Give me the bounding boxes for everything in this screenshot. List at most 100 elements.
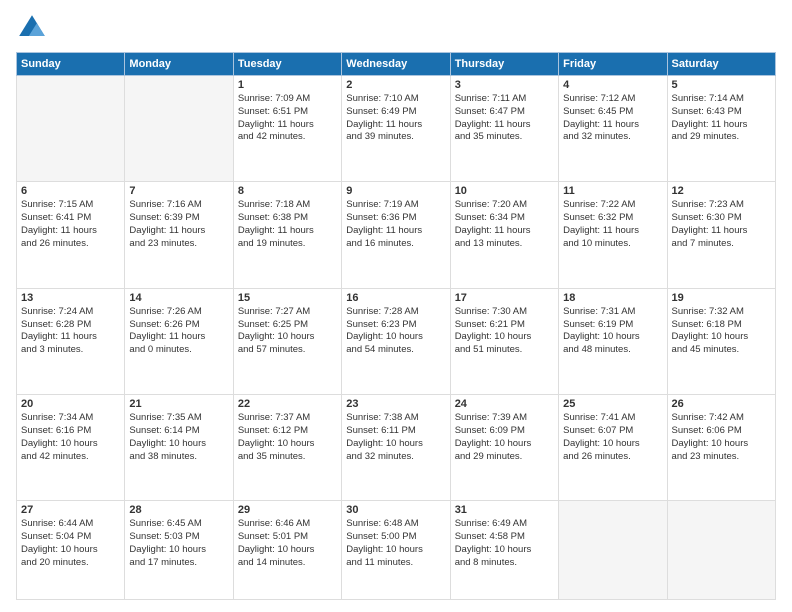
cell-line: Sunset: 6:18 PM bbox=[672, 319, 771, 332]
cell-line: Sunset: 6:12 PM bbox=[238, 425, 337, 438]
cell-line: and 29 minutes. bbox=[455, 451, 554, 464]
day-number: 13 bbox=[21, 292, 120, 304]
cell-line: and 11 minutes. bbox=[346, 557, 445, 570]
cell-line: and 7 minutes. bbox=[672, 238, 771, 251]
cell-line: Sunset: 6:14 PM bbox=[129, 425, 228, 438]
calendar-cell: 14Sunrise: 7:26 AMSunset: 6:26 PMDayligh… bbox=[125, 288, 233, 394]
page: SundayMondayTuesdayWednesdayThursdayFrid… bbox=[0, 0, 792, 612]
cell-line: Sunset: 6:19 PM bbox=[563, 319, 662, 332]
day-number: 6 bbox=[21, 185, 120, 197]
cell-line: Daylight: 11 hours bbox=[129, 331, 228, 344]
cell-line: Sunrise: 7:10 AM bbox=[346, 93, 445, 106]
cell-line: and 39 minutes. bbox=[346, 131, 445, 144]
day-number: 10 bbox=[455, 185, 554, 197]
calendar-cell: 27Sunrise: 6:44 AMSunset: 5:04 PMDayligh… bbox=[17, 501, 125, 600]
day-number: 25 bbox=[563, 398, 662, 410]
cell-line: Sunrise: 7:27 AM bbox=[238, 306, 337, 319]
cell-line: Sunset: 6:11 PM bbox=[346, 425, 445, 438]
day-number: 31 bbox=[455, 504, 554, 516]
cell-line: Daylight: 10 hours bbox=[21, 438, 120, 451]
calendar-header-monday: Monday bbox=[125, 53, 233, 76]
calendar-cell: 5Sunrise: 7:14 AMSunset: 6:43 PMDaylight… bbox=[667, 76, 775, 182]
cell-line: Sunset: 6:06 PM bbox=[672, 425, 771, 438]
calendar-cell: 26Sunrise: 7:42 AMSunset: 6:06 PMDayligh… bbox=[667, 395, 775, 501]
cell-line: Daylight: 10 hours bbox=[346, 544, 445, 557]
day-number: 27 bbox=[21, 504, 120, 516]
calendar-cell: 25Sunrise: 7:41 AMSunset: 6:07 PMDayligh… bbox=[559, 395, 667, 501]
calendar-header-sunday: Sunday bbox=[17, 53, 125, 76]
cell-line: Sunset: 5:01 PM bbox=[238, 531, 337, 544]
calendar-cell: 4Sunrise: 7:12 AMSunset: 6:45 PMDaylight… bbox=[559, 76, 667, 182]
calendar-cell: 19Sunrise: 7:32 AMSunset: 6:18 PMDayligh… bbox=[667, 288, 775, 394]
calendar-cell: 24Sunrise: 7:39 AMSunset: 6:09 PMDayligh… bbox=[450, 395, 558, 501]
cell-line: and 8 minutes. bbox=[455, 557, 554, 570]
cell-line: Sunrise: 7:32 AM bbox=[672, 306, 771, 319]
cell-line: Daylight: 11 hours bbox=[21, 225, 120, 238]
calendar-cell: 9Sunrise: 7:19 AMSunset: 6:36 PMDaylight… bbox=[342, 182, 450, 288]
cell-line: Sunset: 6:38 PM bbox=[238, 212, 337, 225]
cell-line: Daylight: 11 hours bbox=[455, 225, 554, 238]
cell-line: Daylight: 10 hours bbox=[455, 438, 554, 451]
cell-line: Sunset: 5:00 PM bbox=[346, 531, 445, 544]
calendar-cell: 28Sunrise: 6:45 AMSunset: 5:03 PMDayligh… bbox=[125, 501, 233, 600]
cell-line: Sunrise: 6:48 AM bbox=[346, 518, 445, 531]
calendar-cell: 18Sunrise: 7:31 AMSunset: 6:19 PMDayligh… bbox=[559, 288, 667, 394]
cell-line: Sunset: 6:21 PM bbox=[455, 319, 554, 332]
cell-line: Sunrise: 7:38 AM bbox=[346, 412, 445, 425]
logo-icon bbox=[16, 12, 48, 44]
day-number: 26 bbox=[672, 398, 771, 410]
cell-line: Sunrise: 7:30 AM bbox=[455, 306, 554, 319]
cell-line: Daylight: 10 hours bbox=[129, 544, 228, 557]
calendar-cell: 13Sunrise: 7:24 AMSunset: 6:28 PMDayligh… bbox=[17, 288, 125, 394]
calendar-header-row: SundayMondayTuesdayWednesdayThursdayFrid… bbox=[17, 53, 776, 76]
cell-line: and 57 minutes. bbox=[238, 344, 337, 357]
calendar-cell: 22Sunrise: 7:37 AMSunset: 6:12 PMDayligh… bbox=[233, 395, 341, 501]
day-number: 18 bbox=[563, 292, 662, 304]
cell-line: Sunrise: 7:19 AM bbox=[346, 199, 445, 212]
calendar-table: SundayMondayTuesdayWednesdayThursdayFrid… bbox=[16, 52, 776, 600]
calendar-week-4: 20Sunrise: 7:34 AMSunset: 6:16 PMDayligh… bbox=[17, 395, 776, 501]
cell-line: Sunrise: 6:49 AM bbox=[455, 518, 554, 531]
calendar-header-thursday: Thursday bbox=[450, 53, 558, 76]
cell-line: and 35 minutes. bbox=[455, 131, 554, 144]
day-number: 20 bbox=[21, 398, 120, 410]
day-number: 14 bbox=[129, 292, 228, 304]
cell-line: Daylight: 11 hours bbox=[129, 225, 228, 238]
day-number: 15 bbox=[238, 292, 337, 304]
cell-line: Sunrise: 7:16 AM bbox=[129, 199, 228, 212]
cell-line: and 14 minutes. bbox=[238, 557, 337, 570]
cell-line: Sunrise: 7:09 AM bbox=[238, 93, 337, 106]
cell-line: Sunrise: 6:45 AM bbox=[129, 518, 228, 531]
cell-line: and 29 minutes. bbox=[672, 131, 771, 144]
cell-line: Daylight: 11 hours bbox=[672, 225, 771, 238]
day-number: 2 bbox=[346, 79, 445, 91]
cell-line: Sunset: 6:34 PM bbox=[455, 212, 554, 225]
cell-line: Daylight: 11 hours bbox=[238, 119, 337, 132]
cell-line: and 51 minutes. bbox=[455, 344, 554, 357]
cell-line: Sunset: 6:30 PM bbox=[672, 212, 771, 225]
day-number: 4 bbox=[563, 79, 662, 91]
cell-line: Sunrise: 7:28 AM bbox=[346, 306, 445, 319]
cell-line: and 19 minutes. bbox=[238, 238, 337, 251]
cell-line: and 38 minutes. bbox=[129, 451, 228, 464]
day-number: 1 bbox=[238, 79, 337, 91]
cell-line: Daylight: 11 hours bbox=[346, 225, 445, 238]
calendar-header-tuesday: Tuesday bbox=[233, 53, 341, 76]
cell-line: Sunrise: 6:46 AM bbox=[238, 518, 337, 531]
calendar-cell: 17Sunrise: 7:30 AMSunset: 6:21 PMDayligh… bbox=[450, 288, 558, 394]
cell-line: Sunset: 6:51 PM bbox=[238, 106, 337, 119]
cell-line: Sunset: 6:36 PM bbox=[346, 212, 445, 225]
cell-line: and 10 minutes. bbox=[563, 238, 662, 251]
day-number: 30 bbox=[346, 504, 445, 516]
calendar-week-3: 13Sunrise: 7:24 AMSunset: 6:28 PMDayligh… bbox=[17, 288, 776, 394]
cell-line: Sunset: 6:32 PM bbox=[563, 212, 662, 225]
calendar-cell bbox=[125, 76, 233, 182]
cell-line: Sunset: 6:47 PM bbox=[455, 106, 554, 119]
day-number: 24 bbox=[455, 398, 554, 410]
calendar-cell bbox=[17, 76, 125, 182]
calendar-cell: 2Sunrise: 7:10 AMSunset: 6:49 PMDaylight… bbox=[342, 76, 450, 182]
cell-line: and 54 minutes. bbox=[346, 344, 445, 357]
day-number: 11 bbox=[563, 185, 662, 197]
cell-line: and 32 minutes. bbox=[346, 451, 445, 464]
cell-line: and 23 minutes. bbox=[129, 238, 228, 251]
